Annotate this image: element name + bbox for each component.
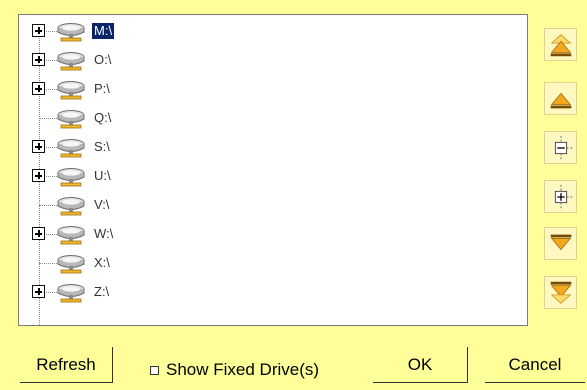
refresh-button[interactable]: Refresh <box>20 347 113 383</box>
collapse-all-button[interactable] <box>544 131 577 164</box>
move-top-button[interactable] <box>544 28 577 61</box>
network-drive-icon <box>55 222 89 246</box>
expand-node-icon[interactable] <box>32 82 45 95</box>
expand-node-icon[interactable] <box>32 53 45 66</box>
down-arrow-icon <box>546 229 576 259</box>
show-fixed-drives-label: Show Fixed Drive(s) <box>166 360 320 379</box>
drive-node[interactable]: O:\ <box>19 48 527 72</box>
network-drive-icon <box>55 77 89 101</box>
move-up-button[interactable] <box>544 82 577 115</box>
network-drive-icon <box>55 19 89 43</box>
expand-tree-icon <box>546 182 576 212</box>
collapse-tree-icon <box>546 133 576 163</box>
drive-node[interactable]: P:\ <box>19 77 527 101</box>
drive-label[interactable]: P:\ <box>92 81 112 97</box>
move-down-button[interactable] <box>544 227 577 260</box>
up-arrow-icon <box>546 84 576 114</box>
network-drive-icon <box>55 280 89 304</box>
network-drive-icon <box>55 193 89 217</box>
expand-node-icon[interactable] <box>32 169 45 182</box>
drive-label[interactable]: Z:\ <box>92 284 111 300</box>
drive-label[interactable]: S:\ <box>92 139 112 155</box>
drive-node[interactable]: X:\ <box>19 251 527 275</box>
expand-node-icon[interactable] <box>32 140 45 153</box>
drive-label[interactable]: U:\ <box>92 168 113 184</box>
show-fixed-drives-toggle[interactable]: Show Fixed Drive(s) <box>150 360 319 380</box>
drive-label[interactable]: W:\ <box>92 226 115 242</box>
network-drive-icon <box>55 164 89 188</box>
double-down-arrow-icon <box>546 278 576 308</box>
drive-label[interactable]: O:\ <box>92 52 113 68</box>
drive-label[interactable]: Q:\ <box>92 110 113 126</box>
network-drive-icon <box>55 251 89 275</box>
ok-button[interactable]: OK <box>373 347 468 383</box>
drive-node[interactable]: V:\ <box>19 193 527 217</box>
drive-label[interactable]: M:\ <box>92 23 115 39</box>
drive-node[interactable]: S:\ <box>19 135 527 159</box>
move-bottom-button[interactable] <box>544 276 577 309</box>
expand-node-icon[interactable] <box>32 24 45 37</box>
network-drive-icon <box>55 135 89 159</box>
show-fixed-drives-checkbox[interactable] <box>150 365 159 375</box>
drive-node[interactable]: W:\ <box>19 222 527 246</box>
drive-node[interactable]: M:\ <box>19 19 527 43</box>
drive-node[interactable]: Z:\ <box>19 280 527 304</box>
drive-tree[interactable]: M:\ O:\ P:\ Q:\ S:\ U:\ V:\ W:\ X:\ Z:\ <box>18 14 528 326</box>
expand-node-icon[interactable] <box>32 227 45 240</box>
double-up-arrow-icon <box>546 30 576 60</box>
drive-node[interactable]: Q:\ <box>19 106 527 130</box>
drive-label[interactable]: X:\ <box>92 255 112 271</box>
expand-all-button[interactable] <box>544 180 577 213</box>
cancel-button[interactable]: Cancel <box>485 347 585 383</box>
network-drive-icon <box>55 48 89 72</box>
expand-node-icon[interactable] <box>32 285 45 298</box>
network-drive-icon <box>55 106 89 130</box>
drive-node[interactable]: U:\ <box>19 164 527 188</box>
drive-label[interactable]: V:\ <box>92 197 111 213</box>
